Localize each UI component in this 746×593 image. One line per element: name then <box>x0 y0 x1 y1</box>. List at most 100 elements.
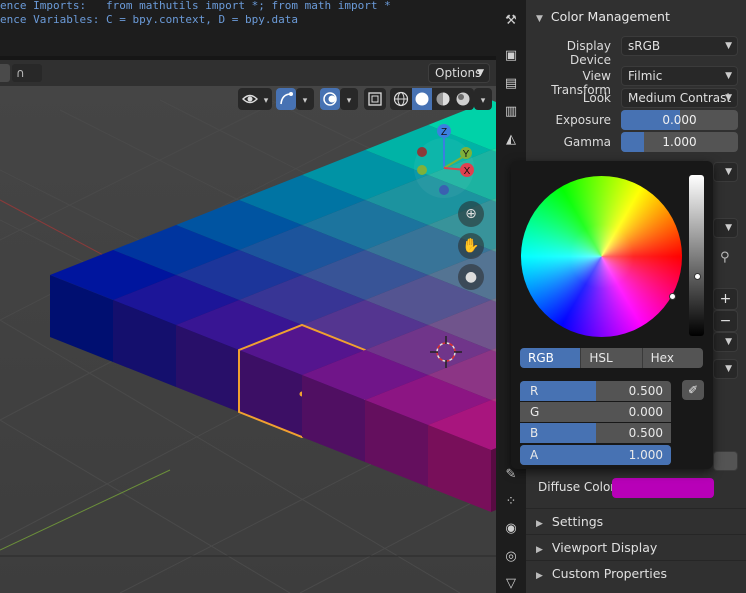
material-preview-icon <box>436 92 450 106</box>
tab-hsl[interactable]: HSL <box>581 348 643 368</box>
value-slider-cursor[interactable] <box>694 273 701 280</box>
wheel-cursor[interactable] <box>669 293 676 300</box>
slot-specials-dropdown[interactable]: ▼ <box>713 332 738 352</box>
color-management-title: Color Management <box>550 9 670 24</box>
chevron-down-icon: ▼ <box>477 68 484 78</box>
pin-icon[interactable]: ⚲ <box>720 250 730 265</box>
viewport-display-panel-header[interactable]: ▶ Viewport Display <box>536 540 657 555</box>
physics-tab-icon[interactable]: ◉ <box>500 518 522 540</box>
object-visibility-button[interactable]: ▾ <box>238 88 272 110</box>
divider <box>526 534 746 535</box>
svg-text:▾: ▾ <box>481 96 486 106</box>
settings-panel-header[interactable]: ▶ Settings <box>536 514 603 529</box>
viewport-display-panel-title: Viewport Display <box>551 540 658 555</box>
tab-hex[interactable]: Hex <box>642 348 703 368</box>
color-picker-popup: RGB HSL Hex R 0.500 G 0.000 B 0.500 A 1.… <box>511 161 713 469</box>
view-layer-tab-icon[interactable]: ▥ <box>500 101 522 123</box>
show-overlays-button[interactable] <box>320 88 340 110</box>
scene-tab-icon[interactable]: ◭ <box>500 129 522 151</box>
green-component-field[interactable]: G 0.000 <box>520 402 671 422</box>
object-data-tab-icon[interactable]: ▽ <box>500 573 522 593</box>
blue-component-field[interactable]: B 0.500 <box>520 423 671 443</box>
settings-panel-title: Settings <box>551 514 604 529</box>
diffuse-color-swatch[interactable] <box>612 478 714 498</box>
options-label: Options <box>435 66 482 80</box>
alpha-value: 1.000 <box>628 448 663 462</box>
exposure-slider[interactable]: 0.000 <box>621 110 738 130</box>
gamma-slider-fill <box>621 132 645 152</box>
alpha-component-field[interactable]: A 1.000 <box>520 445 671 465</box>
alpha-label: A <box>530 448 539 462</box>
gamma-slider[interactable]: 1.000 <box>621 132 738 152</box>
shading-dropdown[interactable]: ▾ <box>474 88 492 110</box>
svg-text:▾: ▾ <box>303 96 308 106</box>
svg-text:▾: ▾ <box>347 96 352 106</box>
field-partial[interactable] <box>713 451 738 471</box>
chevron-down-icon: ▼ <box>725 337 732 347</box>
look-label: Look <box>582 91 611 105</box>
red-component-field[interactable]: R 0.500 <box>520 381 671 401</box>
gizmo-dropdown[interactable]: ▾ <box>296 88 314 110</box>
chevron-down-icon: ▼ <box>725 41 732 51</box>
dropdown-partial[interactable]: ▼ <box>713 218 738 238</box>
viewport-header: ∩ Options ▼ <box>0 60 496 86</box>
xray-toggle-button[interactable] <box>364 88 386 110</box>
remove-slot-button[interactable]: − <box>713 310 738 332</box>
red-label: R <box>530 384 539 398</box>
gamma-value: 1.000 <box>662 135 697 149</box>
snap-icon[interactable] <box>0 64 10 82</box>
eyedropper-icon[interactable]: ✐ <box>682 380 704 400</box>
color-management-panel-header[interactable]: ▼ Color Management <box>536 9 670 24</box>
exposure-label: Exposure <box>555 113 611 127</box>
gizmo-x-label: X <box>464 166 471 177</box>
value-slider-bar[interactable] <box>689 175 704 336</box>
display-device-value: sRGB <box>628 39 661 53</box>
divider <box>526 508 746 509</box>
add-slot-button[interactable]: + <box>713 288 738 310</box>
exposure-value: 0.000 <box>662 113 697 127</box>
wireframe-shading-icon <box>393 91 409 107</box>
proportional-falloff-icon[interactable]: ∩ <box>12 64 42 82</box>
dropdown-partial-2[interactable]: ▼ <box>713 359 738 379</box>
view-transform-dropdown[interactable]: Filmic ▼ <box>621 66 738 86</box>
3d-viewport[interactable]: Z Y X ▾ ▾ ▾ ▾ ⊕ ✋ ● <box>0 86 496 593</box>
divider <box>526 560 746 561</box>
display-device-label: Display Device <box>566 39 611 67</box>
green-value: 0.000 <box>628 405 663 419</box>
tool-settings-tab-icon[interactable]: ⚒ <box>500 10 522 32</box>
overlays-dropdown[interactable]: ▾ <box>340 88 358 110</box>
chevron-right-icon: ▶ <box>536 545 543 555</box>
rendered-shading-icon <box>456 92 470 106</box>
python-console[interactable]: ence Imports: from mathutils import *; f… <box>0 0 496 56</box>
gizmo-z-label: Z <box>441 127 447 138</box>
render-tab-icon[interactable]: ▣ <box>500 45 522 67</box>
camera-view-icon[interactable]: ● <box>458 264 484 290</box>
options-dropdown[interactable]: Options ▼ <box>428 63 490 83</box>
zoom-view-icon[interactable]: ⊕ <box>458 201 484 227</box>
blue-label: B <box>530 426 539 440</box>
gamma-label: Gamma <box>563 135 611 149</box>
chevron-right-icon: ▶ <box>536 519 543 529</box>
output-tab-icon[interactable]: ▤ <box>500 73 522 95</box>
custom-properties-panel-title: Custom Properties <box>551 566 667 581</box>
sequencer-dropdown-partial[interactable]: ▼ <box>713 162 738 182</box>
constraints-tab-icon[interactable]: ◎ <box>500 546 522 568</box>
console-line-variables: ence Variables: C = bpy.context, D = bpy… <box>0 13 299 26</box>
blue-value: 0.500 <box>628 426 663 440</box>
show-gizmo-button[interactable] <box>276 88 296 110</box>
look-dropdown[interactable]: Medium Contrast ▼ <box>621 88 738 108</box>
pan-view-icon[interactable]: ✋ <box>458 233 484 259</box>
hue-saturation-wheel[interactable] <box>521 176 682 337</box>
chevron-down-icon: ▼ <box>725 223 732 233</box>
tab-rgb[interactable]: RGB <box>520 348 582 368</box>
chevron-down-icon: ▼ <box>725 364 732 374</box>
look-value: Medium Contrast <box>628 91 732 105</box>
particles-tab-icon[interactable]: ⁘ <box>500 491 522 513</box>
svg-text:▾: ▾ <box>264 96 269 106</box>
custom-properties-panel-header[interactable]: ▶ Custom Properties <box>536 566 667 581</box>
display-device-dropdown[interactable]: sRGB ▼ <box>621 36 738 56</box>
green-label: G <box>530 405 540 419</box>
gizmo-y-label: Y <box>463 149 470 160</box>
shading-mode-group <box>390 88 474 110</box>
red-value: 0.500 <box>628 384 663 398</box>
